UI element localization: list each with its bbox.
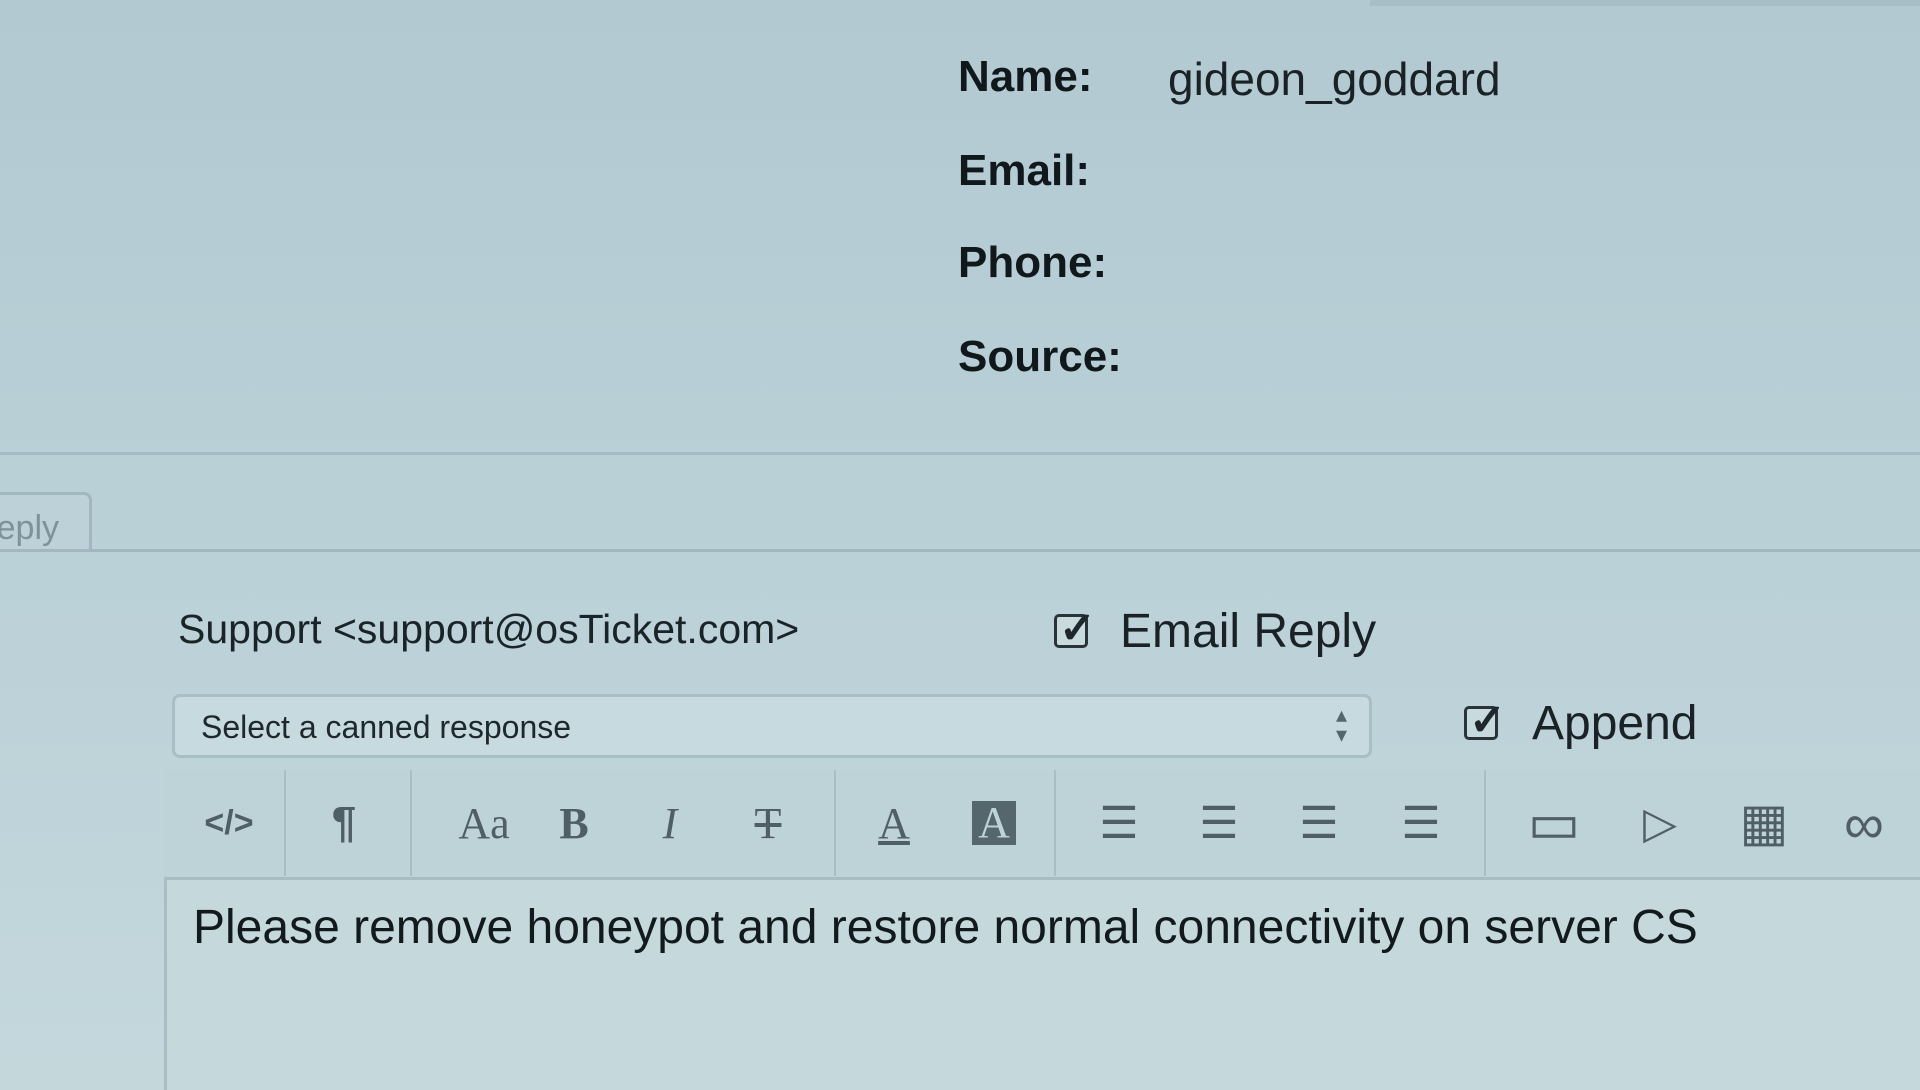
phone-label: Phone: [958, 238, 1108, 287]
table-icon[interactable]: ▦ [1714, 770, 1814, 876]
reply-body-text[interactable]: Please remove honeypot and restore norma… [193, 900, 1698, 955]
tab-bar-line [0, 549, 1920, 552]
toolbar-separator [284, 770, 286, 876]
html-source-icon[interactable]: </> [184, 770, 274, 876]
source-label: Source: [958, 332, 1122, 381]
canned-response-value: Select a canned response [201, 709, 572, 745]
background-color-icon[interactable]: A [954, 770, 1034, 876]
video-icon[interactable]: ▷ [1610, 770, 1710, 876]
outdent-icon[interactable]: ☰ [1274, 770, 1364, 876]
background-color-glyph: A [972, 801, 1016, 845]
append-label[interactable]: Append [1532, 696, 1698, 751]
toolbar-separator [1484, 770, 1486, 876]
unordered-list-icon[interactable]: ☰ [1074, 770, 1164, 876]
email-reply-label[interactable]: Email Reply [1120, 604, 1376, 659]
top-bar-edge [1370, 0, 1920, 6]
tab-post-reply-label: eply [0, 509, 59, 547]
email-label: Email: [958, 146, 1091, 195]
append-checkbox[interactable]: ✓ [1464, 696, 1506, 745]
ordered-list-icon[interactable]: ☰ [1174, 770, 1264, 876]
toolbar-separator [410, 770, 412, 876]
select-arrows-icon: ▴ ▾ [1335, 702, 1347, 747]
paragraph-icon[interactable]: ¶ [304, 770, 384, 876]
checkmark-icon: ✓ [1469, 696, 1506, 745]
reply-editor[interactable]: Please remove honeypot and restore norma… [164, 880, 1920, 1090]
section-divider [0, 452, 1920, 455]
tab-post-reply[interactable]: eply [0, 492, 92, 550]
from-address: Support <support@osTicket.com> [178, 606, 800, 652]
link-icon[interactable]: ∞ [1814, 770, 1914, 876]
toolbar-separator [834, 770, 836, 876]
checkmark-icon: ✓ [1059, 604, 1096, 653]
italic-icon[interactable]: I [630, 770, 710, 876]
email-reply-checkbox[interactable]: ✓ [1054, 604, 1096, 653]
image-icon[interactable]: ▭ [1504, 770, 1604, 876]
editor-toolbar: </> ¶ Aa B I T A A ☰ ☰ ☰ ☰ ▭ ▷ ▦ ∞ [164, 770, 1920, 880]
strikethrough-icon[interactable]: T [728, 770, 808, 876]
indent-icon[interactable]: ☰ [1376, 770, 1466, 876]
canned-response-select[interactable]: Select a canned response ▴ ▾ [172, 694, 1372, 758]
name-value: gideon_goddard [1168, 53, 1501, 105]
name-label: Name: [958, 52, 1093, 101]
toolbar-separator [1054, 770, 1056, 876]
bold-icon[interactable]: B [534, 770, 614, 876]
font-size-icon[interactable]: Aa [434, 770, 534, 876]
font-color-icon[interactable]: A [854, 770, 934, 876]
